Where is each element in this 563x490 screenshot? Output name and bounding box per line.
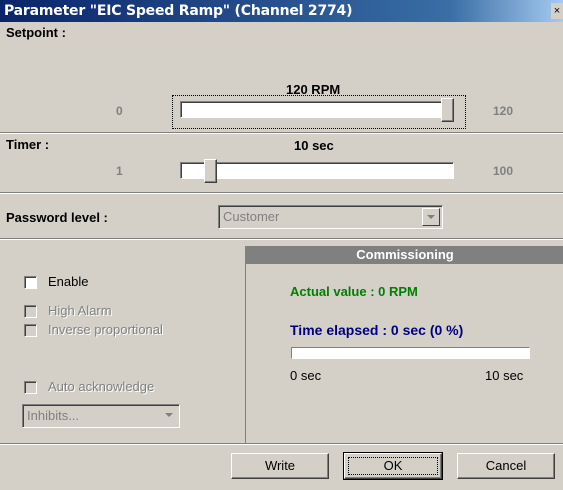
ok-button-label: OK (383, 458, 403, 473)
setpoint-label: Setpoint : (6, 25, 66, 40)
high-alarm-label[interactable]: High Alarm (48, 303, 112, 318)
auto-acknowledge-label[interactable]: Auto acknowledge (48, 379, 154, 394)
chevron-down-icon[interactable] (161, 407, 177, 423)
time-elapsed-text: Time elapsed : 0 sec (0 %) (290, 322, 464, 338)
parameter-dialog: Parameter "EIC Speed Ramp" (Channel 2774… (0, 0, 563, 490)
password-level-select[interactable]: Customer (218, 205, 443, 229)
cancel-button[interactable]: Cancel (457, 453, 555, 479)
password-level-label: Password level : (6, 210, 108, 225)
section-divider (0, 443, 563, 445)
title-bar[interactable]: Parameter "EIC Speed Ramp" (Channel 2774… (0, 0, 563, 22)
setpoint-slider-track[interactable] (180, 101, 454, 118)
enable-label[interactable]: Enable (48, 274, 88, 289)
time-elapsed-progress-bar (291, 347, 530, 359)
section-divider (0, 238, 563, 240)
commissioning-header: Commissioning (246, 246, 563, 264)
inverse-proportional-checkbox[interactable] (24, 324, 37, 337)
timer-max: 100 (493, 164, 514, 178)
window-title: Parameter "EIC Speed Ramp" (Channel 2774… (4, 3, 353, 19)
section-divider (0, 192, 563, 194)
write-button-label: Write (264, 458, 296, 473)
commissioning-panel: Commissioning Actual value : 0 RPM Time … (245, 246, 563, 443)
section-divider (0, 132, 563, 134)
enable-checkbox[interactable] (24, 276, 37, 289)
cancel-button-label: Cancel (485, 458, 527, 473)
progress-end-label: 10 sec (485, 368, 524, 383)
inhibits-select[interactable]: Inhibits... (22, 404, 180, 428)
setpoint-min: 0 (116, 104, 123, 118)
auto-acknowledge-checkbox[interactable] (24, 381, 37, 394)
high-alarm-checkbox[interactable] (24, 305, 37, 318)
setpoint-slider-thumb[interactable] (441, 98, 454, 122)
timer-slider-thumb[interactable] (204, 159, 217, 183)
actual-value-text: Actual value : 0 RPM (290, 284, 418, 299)
ok-button[interactable]: OK (343, 452, 443, 480)
password-level-value: Customer (223, 209, 280, 224)
inhibits-value: Inhibits... (27, 408, 80, 423)
timer-value-text: 10 sec (294, 138, 334, 153)
chevron-down-icon[interactable] (422, 208, 440, 226)
timer-label: Timer : (6, 137, 50, 152)
write-button[interactable]: Write (231, 453, 329, 479)
timer-min: 1 (116, 164, 123, 178)
setpoint-max: 120 (493, 104, 514, 118)
timer-slider-track[interactable] (180, 162, 454, 179)
inverse-proportional-label[interactable]: Inverse proportional (48, 322, 163, 337)
close-icon[interactable]: × (551, 3, 563, 19)
progress-start-label: 0 sec (290, 368, 322, 383)
